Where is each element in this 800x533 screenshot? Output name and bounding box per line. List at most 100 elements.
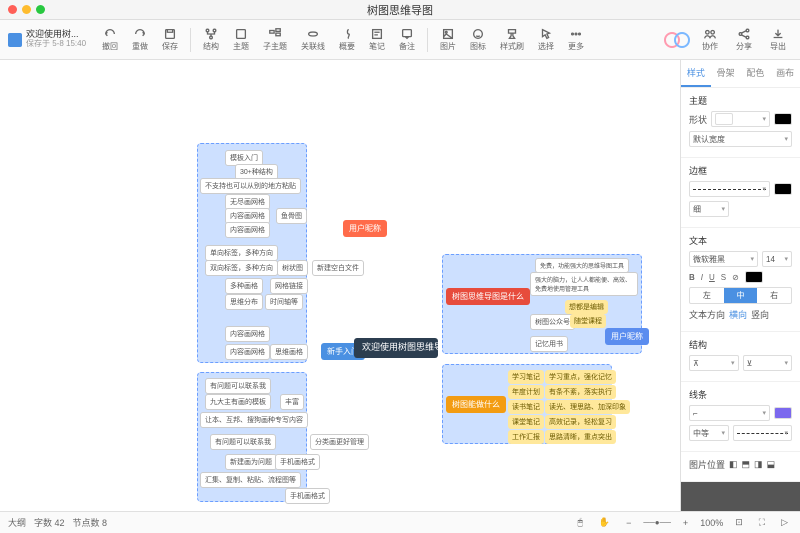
- zoom-out-button[interactable]: −: [622, 516, 635, 530]
- related-button[interactable]: 关联线: [295, 25, 331, 54]
- border-style[interactable]: [689, 181, 770, 197]
- dir-v[interactable]: 竖向: [751, 308, 769, 321]
- branch-node[interactable]: 树图思维导图是什么: [446, 288, 530, 305]
- zoom-in-button[interactable]: +: [679, 516, 692, 530]
- theme-button[interactable]: 主题: [227, 25, 255, 54]
- mindmap-node[interactable]: 汇集、复制、粘贴、流程图等: [200, 472, 301, 488]
- clear-button[interactable]: ⊘: [732, 273, 739, 282]
- mindmap-node[interactable]: 新建空白文件: [312, 260, 364, 276]
- mindmap-node[interactable]: 随堂课程: [570, 314, 606, 328]
- mindmap-node[interactable]: 时间轴等: [265, 294, 303, 310]
- mindmap-node[interactable]: 网格链接: [270, 278, 308, 294]
- mindmap-node[interactable]: 思路清晰，重点突出: [545, 430, 616, 444]
- mindmap-node[interactable]: 年度计划: [508, 385, 544, 399]
- mindmap-node[interactable]: 丰富: [280, 394, 304, 410]
- summary-button[interactable]: 概要: [333, 25, 361, 54]
- mindmap-node[interactable]: 单向标签，多种方向: [205, 245, 278, 261]
- hand-mode-icon[interactable]: ✋: [595, 515, 614, 530]
- mindmap-node[interactable]: 工作汇报: [508, 430, 544, 444]
- select-button[interactable]: 选择: [532, 25, 560, 54]
- user-tag[interactable]: 用户昵称: [605, 328, 649, 345]
- width-select[interactable]: 默认宽度: [689, 131, 792, 147]
- mindmap-node[interactable]: 想都是编辑: [565, 300, 608, 314]
- save-button[interactable]: 保存: [156, 25, 184, 54]
- share-button[interactable]: 分享: [730, 25, 758, 54]
- line-color[interactable]: [774, 407, 792, 419]
- minimize-icon[interactable]: [22, 5, 31, 14]
- export-button[interactable]: 导出: [764, 25, 792, 54]
- branch-node[interactable]: 树图能做什么: [446, 396, 506, 413]
- outline-button[interactable]: 大纲: [8, 516, 26, 529]
- mindmap-node[interactable]: 思维画格: [270, 344, 308, 360]
- tab-color[interactable]: 配色: [741, 60, 771, 87]
- close-icon[interactable]: [8, 5, 17, 14]
- canvas[interactable]: 模板入门 30+种结构 不支持也可以从别的地方粘贴 无尽画网格 内容画网格 鱼骨…: [0, 60, 680, 511]
- mindmap-node[interactable]: 高效记录，轻松复习: [545, 415, 616, 429]
- mindmap-node[interactable]: 免费，功能强大的思维导图工具: [535, 258, 629, 273]
- line-dash[interactable]: [733, 425, 792, 441]
- root-node[interactable]: 欢迎使用树图思维导图 ——入门指南: [354, 338, 438, 358]
- redo-button[interactable]: 重做: [126, 25, 154, 54]
- fit-button[interactable]: ⊡: [731, 515, 747, 530]
- icon-button[interactable]: 图标: [464, 25, 492, 54]
- mindmap-node[interactable]: 手机画格式: [285, 488, 330, 504]
- line-style[interactable]: ⌐: [689, 405, 770, 421]
- mindmap-node[interactable]: 分类画更好管理: [310, 434, 369, 450]
- mindmap-node[interactable]: 有问题可以联系我: [205, 378, 271, 394]
- mindmap-node[interactable]: 内容画网格: [225, 222, 270, 238]
- italic-button[interactable]: I: [701, 273, 703, 282]
- font-select[interactable]: 微软雅黑: [689, 251, 758, 267]
- image-button[interactable]: 图片: [434, 25, 462, 54]
- mindmap-node[interactable]: 双向标签，多种方向: [205, 260, 278, 276]
- text-color[interactable]: [745, 271, 763, 283]
- mindmap-node[interactable]: 多种画格: [225, 278, 263, 294]
- fontsize-select[interactable]: 14: [762, 251, 792, 267]
- line-weight[interactable]: 中等: [689, 425, 729, 441]
- mindmap-node[interactable]: 强大的脑力，让人人都能便、高效、免费地使用管理工具: [530, 272, 638, 296]
- styler-button[interactable]: 样式刷: [494, 25, 530, 54]
- mindmap-node[interactable]: 鱼骨图: [276, 208, 307, 224]
- color-swatch[interactable]: [774, 113, 792, 125]
- mindmap-node[interactable]: 让本、互邦、搜狗画种专写内容: [200, 412, 308, 428]
- note-button[interactable]: 笔记: [363, 25, 391, 54]
- mindmap-node[interactable]: 内容画网格: [225, 344, 270, 360]
- mindmap-node[interactable]: 手机画格式: [275, 454, 320, 470]
- remark-button[interactable]: 备注: [393, 25, 421, 54]
- mindmap-node[interactable]: 有问题可以联系我: [210, 434, 276, 450]
- imgpos-r[interactable]: ◨: [754, 459, 763, 470]
- collab-avatars[interactable]: [664, 32, 690, 48]
- undo-button[interactable]: 撤回: [96, 25, 124, 54]
- tab-style[interactable]: 样式: [681, 60, 711, 87]
- user-tag[interactable]: 用户昵称: [343, 220, 387, 237]
- underline-button[interactable]: U: [709, 273, 715, 282]
- maximize-icon[interactable]: [36, 5, 45, 14]
- tab-canvas[interactable]: 画布: [770, 60, 800, 87]
- mouse-mode-icon[interactable]: 🖱: [574, 515, 587, 530]
- mindmap-node[interactable]: 学习笔记: [508, 370, 544, 384]
- border-color[interactable]: [774, 183, 792, 195]
- more-button[interactable]: 更多: [562, 25, 590, 54]
- mindmap-node[interactable]: 思维分布: [225, 294, 263, 310]
- bold-button[interactable]: B: [689, 273, 695, 282]
- mindmap-node[interactable]: 记忆用书: [530, 336, 568, 352]
- tab-skeleton[interactable]: 骨架: [711, 60, 741, 87]
- mindmap-node[interactable]: 学习重点，强化记忆: [545, 370, 616, 384]
- zoom-value[interactable]: 100%: [700, 518, 723, 528]
- fullscreen-button[interactable]: ⛶: [755, 515, 769, 530]
- imgpos-t[interactable]: ⬒: [742, 459, 751, 470]
- mindmap-node[interactable]: 新建画为问题: [225, 454, 277, 470]
- border-weight[interactable]: 细: [689, 201, 729, 217]
- imgpos-b[interactable]: ⬓: [767, 459, 776, 470]
- mindmap-node[interactable]: 不支持也可以从别的地方粘贴: [200, 178, 301, 194]
- mindmap-node[interactable]: 九大主有画的模板: [205, 394, 271, 410]
- file-info[interactable]: 欢迎使用树... 保存于 5-8 15:40: [8, 30, 86, 49]
- mindmap-node[interactable]: 树图公众号: [530, 314, 575, 330]
- align-seg[interactable]: 左中右: [689, 287, 792, 304]
- mindmap-node[interactable]: 内容画网格: [225, 326, 270, 342]
- mindmap-node[interactable]: 树状图: [277, 260, 308, 276]
- subtheme-button[interactable]: 子主题: [257, 25, 293, 54]
- present-button[interactable]: ▷: [777, 515, 792, 530]
- imgpos-l[interactable]: ◧: [729, 459, 738, 470]
- mindmap-node[interactable]: 读书笔记: [508, 400, 544, 414]
- structure-button[interactable]: 结构: [197, 25, 225, 54]
